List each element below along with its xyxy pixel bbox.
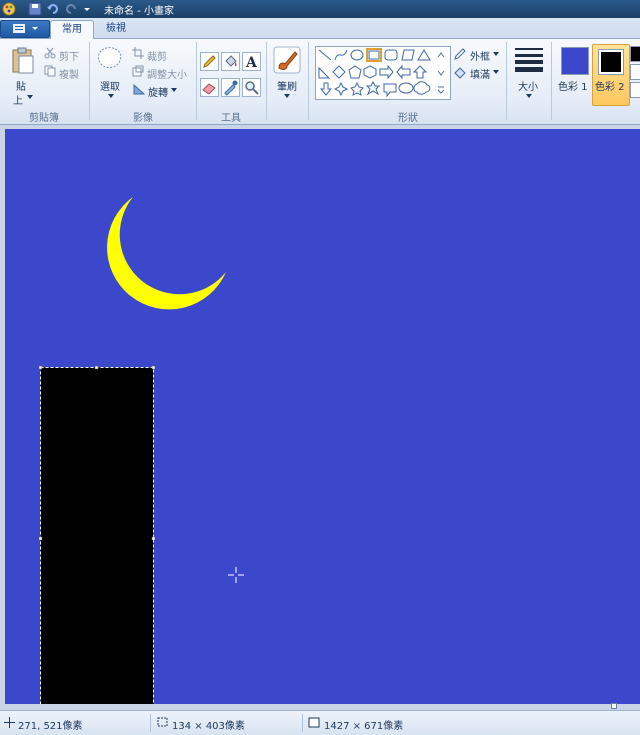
color-picker-icon[interactable] [221,78,240,97]
selection-handle[interactable] [151,365,156,370]
color2-swatch[interactable] [598,49,624,75]
color1-swatch[interactable] [561,47,589,75]
select-label[interactable]: 選取 [100,78,120,93]
selection-size: 134 × 403像素 [172,721,245,732]
shapes-scroll-down-icon[interactable] [436,68,446,81]
drawing-canvas[interactable] [5,129,640,704]
image-size-icon [308,717,320,731]
image-group-label: 影像 [133,113,153,124]
color1-label[interactable]: 色彩 1 [558,78,588,93]
color2-label[interactable]: 色彩 2 [595,78,625,93]
resize-icon[interactable] [132,65,144,80]
selection-handle[interactable] [151,536,156,541]
ribbon-separator [266,42,267,120]
line-size-icon[interactable] [514,46,544,75]
tab-view[interactable]: 檢視 [96,20,136,38]
outline-label[interactable]: 外框 [470,48,490,63]
cursor-position-icon [4,717,15,731]
select-dropdown-icon[interactable] [107,92,115,103]
shapes-group-label: 形狀 [398,113,418,124]
rotate-label[interactable]: 旋轉 [148,84,168,99]
selection-handle[interactable] [38,365,43,370]
save-icon[interactable] [28,2,42,16]
tab-home[interactable]: 常用 [50,20,94,39]
fill-label[interactable]: 填滿 [470,66,490,81]
svg-text:A: A [245,55,258,70]
paste-dropdown-icon[interactable] [26,93,34,104]
selection-size-icon [156,717,168,731]
brushes-dropdown-icon[interactable] [283,92,291,103]
image-size: 1427 × 671像素 [324,721,404,732]
ribbon-separator [506,42,507,120]
selection-handle[interactable] [94,365,99,370]
palette-color-empty[interactable] [630,82,640,98]
palette-color-white[interactable] [630,64,640,80]
text-tool-icon[interactable]: A [242,52,261,71]
clipboard-group-label: 剪貼簿 [29,113,59,124]
ribbon-separator [551,42,552,120]
size-dropdown-icon[interactable] [525,92,533,103]
shapes-gallery[interactable] [315,46,451,100]
canvas-drawing [38,197,244,705]
undo-icon[interactable] [46,2,60,16]
shapes-gallery-icons [318,48,431,98]
palette-color-black[interactable] [630,46,640,62]
crop-icon[interactable] [132,47,144,62]
black-rectangle-selection[interactable] [40,367,154,705]
ribbon-tab-row: 常用 檢視 [0,18,640,39]
magnifier-icon[interactable] [242,78,261,97]
canvas-resize-handle[interactable] [611,703,617,709]
tools-group-label: 工具 [221,113,241,124]
copy-icon[interactable] [44,65,56,80]
pencil-icon[interactable] [200,52,219,71]
fill-dropdown-icon[interactable] [492,68,500,79]
fill-icon[interactable] [453,65,467,82]
brushes-label[interactable]: 筆刷 [277,78,297,93]
window-title: 未命名 - 小畫家 [104,6,174,17]
title-bar: 未命名 - 小畫家 [0,0,640,18]
ribbon-separator [196,42,197,120]
crescent-moon [107,197,226,310]
resize-label[interactable]: 調整大小 [147,66,187,81]
cut-label[interactable]: 剪下 [59,48,79,63]
status-divider [302,714,303,732]
shapes-scroll-up-icon[interactable] [436,50,446,63]
rotate-dropdown-icon[interactable] [170,86,178,97]
size-label[interactable]: 大小 [518,78,538,93]
rotate-icon[interactable] [132,83,146,98]
eraser-icon[interactable] [200,78,219,97]
cursor-position: 271, 521像素 [18,721,83,732]
paint-app-icon[interactable] [2,2,16,16]
redo-icon[interactable] [64,2,78,16]
paste-label-bottom[interactable]: 上 [13,92,23,107]
paste-icon[interactable] [10,46,36,79]
status-bar: 271, 521像素 134 × 403像素 1427 × 671像素 [0,710,640,735]
cut-icon[interactable] [44,47,56,62]
status-divider [150,714,151,732]
paint-menu-button[interactable] [0,20,50,38]
paste-label[interactable]: 貼 [16,78,26,93]
ribbon-separator [308,42,309,120]
selection-handle[interactable] [38,536,43,541]
shapes-expand-icon[interactable] [436,85,446,98]
tools-palette: A [200,52,262,98]
fill-bucket-icon[interactable] [221,52,240,71]
outline-icon[interactable] [453,47,467,64]
select-icon[interactable] [96,46,126,77]
outline-dropdown-icon[interactable] [492,50,500,61]
crosshair-cursor [228,567,244,583]
crop-label[interactable]: 裁剪 [147,48,167,63]
copy-label[interactable]: 複製 [59,66,79,81]
quick-access-dropdown-icon[interactable] [82,2,96,16]
brush-icon[interactable] [273,46,301,77]
